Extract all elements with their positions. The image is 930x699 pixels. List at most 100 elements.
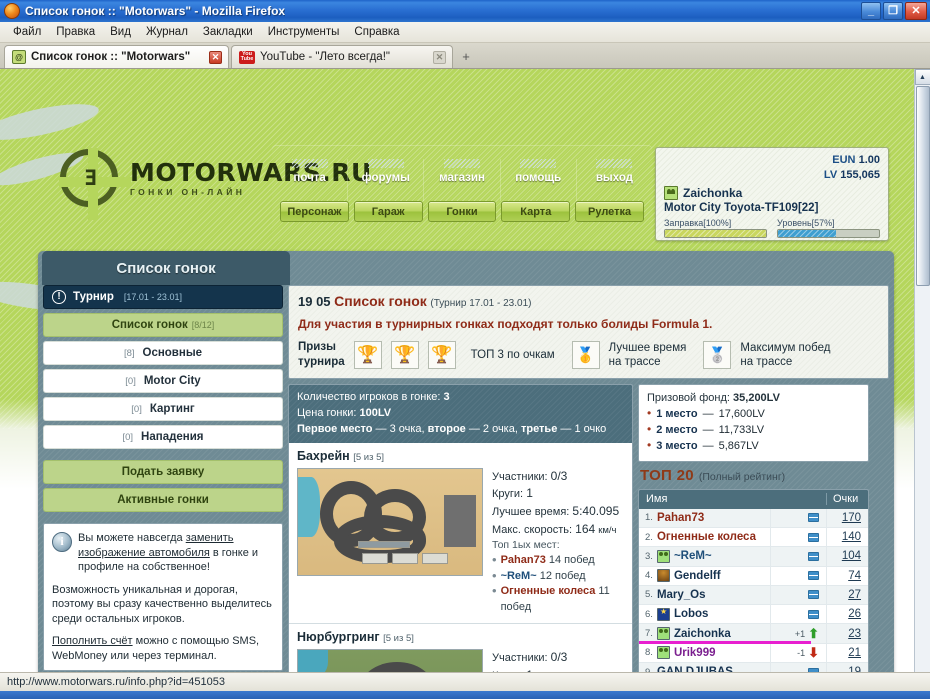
sidebar-button-apply[interactable]: Подать заявку [43,460,283,484]
track-name[interactable]: Бахрейн [297,449,350,463]
sidebar-item-tournament[interactable]: ! Турнир [17.01 - 23.01] [43,285,283,309]
button-garage[interactable]: Гараж [353,201,423,222]
row-points[interactable]: 170 [842,512,861,524]
row-player-name[interactable]: Pahan73 [657,512,704,524]
row-player-name[interactable]: ~ReM~ [674,550,712,562]
row-points[interactable]: 21 [848,647,861,659]
trophy-silver-icon[interactable]: 🏆 [390,340,419,369]
close-icon[interactable]: ✕ [209,50,222,64]
sidebar-item-dates: [17.01 - 23.01] [123,292,182,302]
table-row[interactable]: 5. Mary_Os 27 [639,585,868,606]
site-root: Ǝ MOTORWARS.RU ГОНКИ ОН-ЛАЙН почта форум… [0,69,914,683]
row-player-name[interactable]: Gendelff [674,570,721,582]
table-row[interactable]: 2. Огненные колеса 140 [639,527,868,548]
table-row[interactable]: 7. Zaichonka +1 ⬆ 23 [639,624,868,644]
browser-tab-youtube[interactable]: You Tube YouTube - "Лето всегда!" ✕ [231,45,453,68]
sidebar-item-races-list[interactable]: Список гонок [8/12] [43,313,283,337]
nav-item-logout[interactable]: выход [577,159,652,201]
table-row[interactable]: 4. Gendelff 74 [639,566,868,586]
row-points[interactable]: 140 [842,531,861,543]
button-roulette[interactable]: Рулетка [575,201,644,222]
track-name[interactable]: Нюрбургринг [297,630,380,644]
full-rating-link[interactable]: (Полный рейтинг) [699,471,785,483]
sidebar-item-karting[interactable]: [0] Картинг [43,397,283,421]
trophy-bronze-icon[interactable]: 🏆 [427,340,456,369]
close-button[interactable]: ✕ [905,2,927,20]
row-points[interactable]: 23 [848,628,861,640]
top-list-item: • Pahan73 14 побед [492,553,624,569]
menu-tools[interactable]: Инструменты [261,24,347,40]
prizes-label: Призы турнира [298,340,345,370]
menu-bookmarks[interactable]: Закладки [196,24,260,40]
sidebar-item-count: [8] [123,347,135,359]
row-delta: +1 [794,628,806,639]
table-row[interactable]: 1. Pahan73 170 [639,508,868,528]
scrollbar-thumb[interactable] [915,86,930,286]
bahrain-track-map[interactable] [297,467,483,576]
prizes-desc-3: Максимум побед на трассе [740,341,830,370]
row-points[interactable]: 74 [848,570,861,582]
points-third: третье [520,422,558,435]
row-player-name[interactable]: Zaichonka [674,628,731,640]
avatar [656,569,670,583]
top-player-name[interactable]: Pahan73 [501,554,546,566]
top-player-name[interactable]: Огненные колеса [501,585,596,597]
row-points[interactable]: 27 [848,589,861,601]
row-player-name[interactable]: Огненные колеса [657,531,756,543]
trophy-gold-icon[interactable]: 🏆 [353,340,382,369]
top-list-item: • Огненные колеса 11 побед [492,584,624,615]
equal-icon [808,513,819,523]
top-player-name[interactable]: ~ReM~ [501,570,537,582]
nav-item-forums[interactable]: форумы [348,159,425,201]
scroll-up-icon[interactable]: ▲ [914,69,930,85]
prizes-desc-2-line1: Лучшее время [608,341,687,354]
maximize-button[interactable]: ❐ [883,2,903,20]
close-icon[interactable]: ✕ [433,50,446,64]
browser-tab-motorwars[interactable]: @ Список гонок :: "Motorwars" ✕ [4,45,229,68]
new-tab-button[interactable]: + [455,45,477,68]
topup-link[interactable]: Пополнить счёт [52,635,133,647]
nav-item-help[interactable]: помощь [501,159,577,201]
sidebar-button-active-races[interactable]: Активные гонки [43,488,283,512]
nav-label: почта [293,172,326,184]
sidebar-item-motor-city[interactable]: [0] Motor City [43,369,283,393]
table-row[interactable]: 8. Urik999 -1 ⬇ 21 [639,643,868,663]
menu-file[interactable]: Файл [6,24,48,40]
menu-history[interactable]: Журнал [139,24,195,40]
nav-item-mail[interactable]: почта [272,159,349,201]
row-name-cell: 6. Lobos [639,607,770,621]
row-points[interactable]: 26 [848,608,861,620]
level-stat: Уровень[57%] [777,218,880,238]
nav-label: магазин [439,172,485,184]
browser-tabbar: @ Список гонок :: "Motorwars" ✕ You Tube … [0,43,930,69]
menu-edit[interactable]: Правка [49,24,102,40]
menu-help[interactable]: Справка [347,24,406,40]
players-value: 3 [443,390,450,403]
info-paragraph-2: Возможность уникальная и дорогая, поэтом… [52,583,272,625]
level-bar [777,228,880,238]
table-row[interactable]: 3. ~ReM~ 104 [639,547,868,567]
sidebar-item-napadeniya[interactable]: [0] Нападения [43,425,283,449]
trophy-wins-icon[interactable]: 🥈 [703,340,732,369]
user-identity[interactable]: Zaichonka [664,185,880,200]
table-row[interactable]: 6. Lobos 26 [639,605,868,625]
races-panel: Количество игроков в гонке: 3 Цена гонки… [288,383,633,683]
nav-item-shop[interactable]: магазин [424,159,501,201]
sidebar-item-osnovnye[interactable]: [8] Основные [43,341,283,365]
menu-view[interactable]: Вид [103,24,138,40]
page-scrollbar[interactable]: ▲ [914,69,930,683]
row-trend-cell: -1 ⬇ [770,643,826,662]
top-navigation-links: почта форумы магазин помощь выход [272,145,652,201]
sidebar-item-label: Турнир [73,291,114,303]
row-player-name[interactable]: Mary_Os [657,589,706,601]
button-map[interactable]: Карта [501,201,571,222]
avatar [656,549,670,563]
minimize-button[interactable]: _ [861,2,881,20]
trophy-time-icon[interactable]: 🥇 [571,340,600,369]
row-points[interactable]: 104 [842,550,861,562]
row-player-name[interactable]: Urik999 [674,647,716,659]
prizes-row: Призы турнира 🏆 🏆 🏆 ТОП 3 по очкам 🥇 Луч… [298,340,879,370]
button-races[interactable]: Гонки [427,201,497,222]
row-player-name[interactable]: Lobos [674,608,709,620]
button-character[interactable]: Персонаж [280,201,349,222]
